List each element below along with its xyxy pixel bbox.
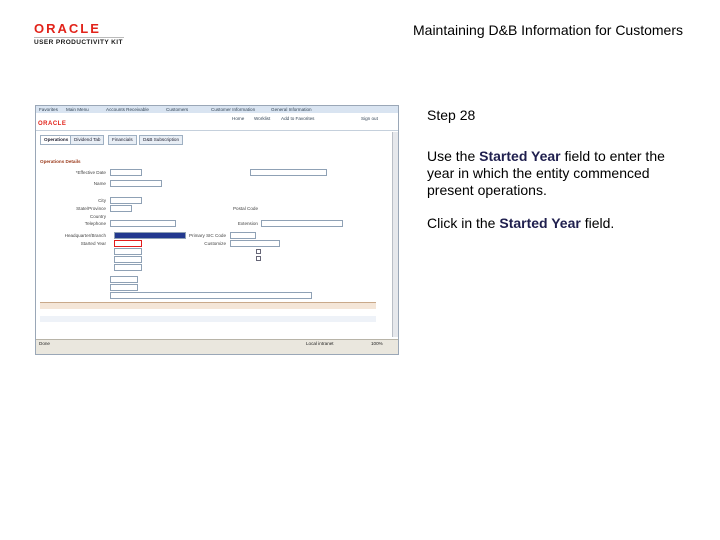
menu-item[interactable]: Favorites bbox=[39, 107, 58, 112]
instruction-text: Click in the bbox=[427, 215, 500, 231]
logo-brand: ORACLE bbox=[34, 21, 101, 36]
instruction-text: field. bbox=[580, 215, 615, 231]
headquarter-label: Headquarter/Branch bbox=[64, 233, 106, 238]
product-dropdown[interactable] bbox=[250, 169, 327, 176]
worklist-link[interactable]: Worklist bbox=[254, 116, 270, 121]
country-label: Country bbox=[89, 214, 106, 219]
zone-text: Local intranet bbox=[306, 341, 334, 346]
page-title: Maintaining D&B Information for Customer… bbox=[413, 22, 683, 38]
home-link[interactable]: Home bbox=[232, 116, 244, 121]
effective-date-label: *Effective Date bbox=[75, 170, 106, 175]
import-field[interactable] bbox=[110, 276, 138, 283]
tab-subscription[interactable]: D&B Subscription bbox=[139, 135, 184, 145]
employees-field[interactable] bbox=[114, 256, 142, 263]
instruction-paragraph-2: Click in the Started Year field. bbox=[427, 215, 682, 232]
field-name-highlight: Started Year bbox=[479, 148, 561, 164]
tab-operations[interactable]: Operations bbox=[40, 135, 73, 145]
postal-code-label: Postal Code bbox=[232, 206, 258, 211]
primary-sic-field[interactable] bbox=[230, 232, 256, 239]
telephone-field[interactable] bbox=[110, 220, 176, 227]
logo-product: USER PRODUCTIVITY KIT bbox=[34, 37, 124, 46]
zoom-level: 100% bbox=[371, 341, 383, 346]
instruction-text: Use the bbox=[427, 148, 480, 164]
export-field[interactable] bbox=[110, 284, 138, 291]
menu-item[interactable]: Customers bbox=[166, 107, 188, 112]
tab-bar: Operations Dividend Tab Financials D&B S… bbox=[36, 132, 398, 145]
tab-financials[interactable]: Financials bbox=[108, 135, 137, 145]
application-screenshot: Favorites Main Menu Accounts Receivable … bbox=[35, 105, 399, 355]
checkbox[interactable] bbox=[256, 256, 261, 261]
name-field[interactable] bbox=[110, 180, 162, 187]
ctrl-field[interactable] bbox=[114, 264, 142, 271]
table-row[interactable] bbox=[40, 316, 376, 322]
menu-item[interactable]: Main Menu bbox=[66, 107, 89, 112]
menu-bar: Favorites Main Menu Accounts Receivable … bbox=[36, 106, 398, 113]
city-field[interactable] bbox=[110, 197, 142, 204]
field-name-highlight: Started Year bbox=[499, 215, 581, 231]
app-header: ORACLE Home Worklist Add to Favorites Si… bbox=[36, 113, 398, 131]
step-number: Step 28 bbox=[427, 107, 476, 123]
operations-section-title: Operations Details bbox=[40, 159, 81, 164]
name-label: Name bbox=[93, 181, 106, 186]
primary-sic-label: Primary SIC Code bbox=[188, 233, 226, 238]
instruction-paragraph-1: Use the Started Year field to enter the … bbox=[427, 148, 682, 199]
started-year-field[interactable] bbox=[114, 240, 142, 247]
sign-out-link[interactable]: Sign out bbox=[361, 116, 378, 121]
parent-name-field[interactable] bbox=[110, 292, 312, 299]
extension-field[interactable] bbox=[261, 220, 343, 227]
started-year-label: Started Year bbox=[80, 241, 106, 246]
years-in-business-field[interactable] bbox=[114, 248, 142, 255]
menu-item[interactable]: General Information bbox=[271, 107, 312, 112]
menu-item[interactable]: Accounts Receivable bbox=[106, 107, 149, 112]
telephone-label: Telephone bbox=[84, 221, 106, 226]
customize-label: Customize bbox=[204, 241, 226, 246]
tab-dividend[interactable]: Dividend Tab bbox=[70, 135, 105, 145]
status-bar: Done Local intranet 100% bbox=[36, 339, 398, 354]
customize-dropdown[interactable] bbox=[230, 240, 280, 247]
state-field[interactable] bbox=[110, 205, 132, 212]
menu-item[interactable]: Customer Information bbox=[211, 107, 255, 112]
city-label: City bbox=[98, 198, 106, 203]
state-label: State/Province bbox=[76, 206, 106, 211]
oracle-upk-logo: ORACLE USER PRODUCTIVITY KIT bbox=[34, 22, 124, 46]
vertical-scrollbar[interactable] bbox=[392, 132, 398, 337]
extension-label: Extension bbox=[237, 221, 258, 226]
status-text: Done bbox=[39, 341, 50, 346]
reference-grid-header bbox=[40, 302, 376, 309]
app-logo: ORACLE bbox=[38, 121, 67, 127]
add-favorites-link[interactable]: Add to Favorites bbox=[281, 116, 314, 121]
effective-date-field[interactable] bbox=[110, 169, 142, 176]
checkbox[interactable] bbox=[256, 249, 261, 254]
